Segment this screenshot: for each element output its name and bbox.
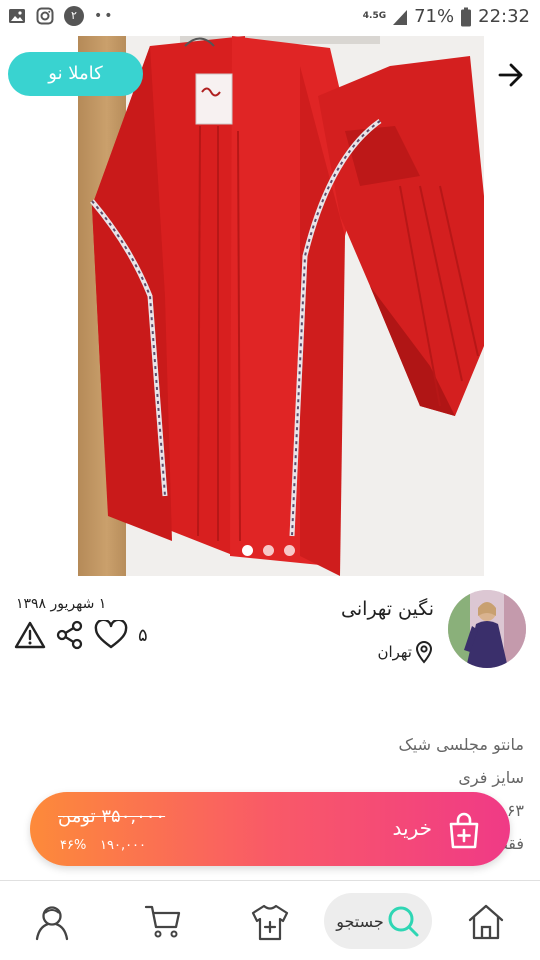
heart-icon[interactable] xyxy=(94,620,128,650)
carousel-indicator xyxy=(242,545,295,556)
search-icon xyxy=(386,904,420,938)
product-image-carousel[interactable]: کاملا نو xyxy=(0,36,540,576)
report-icon[interactable] xyxy=(14,620,46,650)
carousel-dot[interactable] xyxy=(263,545,274,556)
carousel-dot[interactable] xyxy=(242,545,253,556)
seller-name[interactable]: نگین تهرانی xyxy=(341,598,434,620)
location-pin-icon xyxy=(414,640,434,664)
home-icon[interactable] xyxy=(466,903,506,945)
status-bar-right: 4.5G 71% 22:32 xyxy=(363,6,530,27)
product-photo-garment xyxy=(90,36,484,576)
clock: 22:32 xyxy=(478,6,530,27)
location-text: تهران xyxy=(377,643,412,661)
battery-icon xyxy=(460,7,472,27)
carousel-dot[interactable] xyxy=(284,545,295,556)
more-notifications-indicator: •• xyxy=(94,8,115,24)
buy-button[interactable]: ۳۵۰,۰۰۰ تومن ۴۶% ۱۹۰,۰۰۰ خرید xyxy=(30,792,510,866)
battery-percent: 71% xyxy=(414,6,455,27)
post-actions: ۵ xyxy=(14,620,150,650)
seller-avatar[interactable] xyxy=(448,590,526,668)
profile-icon[interactable] xyxy=(32,903,72,945)
gallery-icon xyxy=(8,8,26,24)
description-line: سایز فری xyxy=(458,768,524,787)
share-icon[interactable] xyxy=(56,620,84,650)
discount-percent: ۴۶% xyxy=(60,838,87,853)
discounted-price: ۱۹۰,۰۰۰ xyxy=(100,838,147,853)
like-count: ۵ xyxy=(138,624,148,646)
condition-badge: کاملا نو xyxy=(8,52,143,96)
nav-search-button[interactable]: جستجو xyxy=(324,893,432,949)
arrow-right-icon[interactable] xyxy=(496,60,526,90)
shopping-bag-plus-icon xyxy=(446,812,482,854)
instagram-icon xyxy=(36,7,54,25)
seller-location: تهران xyxy=(377,640,434,664)
nav-search-label: جستجو xyxy=(336,911,384,931)
description-line: مانتو مجلسی شیک xyxy=(398,735,524,754)
cart-icon[interactable] xyxy=(144,903,182,943)
notification-badge: ۲ xyxy=(64,6,84,26)
original-price: ۳۵۰,۰۰۰ تومن xyxy=(58,806,166,827)
signal-icon xyxy=(392,8,408,26)
add-item-icon[interactable] xyxy=(250,903,290,945)
bottom-navigation: جستجو xyxy=(0,880,540,960)
network-type: 4.5G xyxy=(362,11,387,21)
status-bar-left: ۲ •• xyxy=(8,6,115,26)
buy-label: خرید xyxy=(392,816,432,840)
post-date: ۱ شهریور ۱۳۹۸ xyxy=(16,596,107,612)
status-bar: ۲ •• 4.5G 71% 22:32 xyxy=(0,0,540,36)
